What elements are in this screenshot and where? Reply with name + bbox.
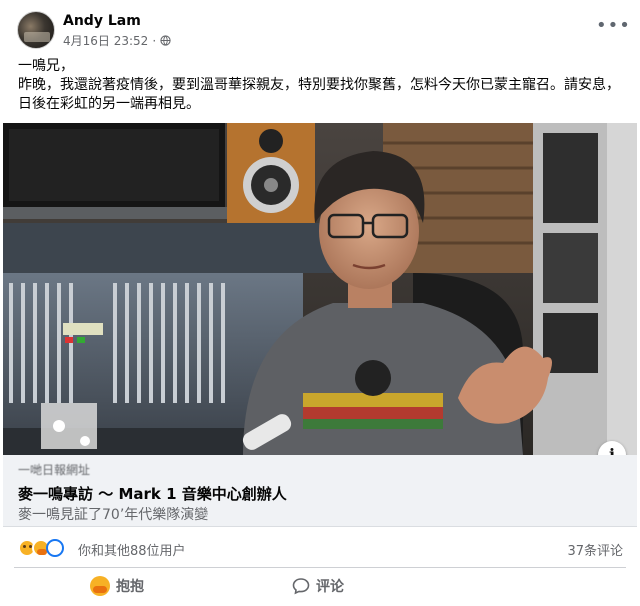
link-description: 麥一鳴見証了70’年代樂隊演變 bbox=[18, 507, 209, 523]
hug-label: 抱抱 bbox=[116, 579, 144, 595]
post-text-line: 昨晚，我還說著疫情後，要到溫哥華探親友，特別要找你聚舊，怎料今天你已蒙主寵召。請… bbox=[18, 77, 620, 93]
reactions-summary[interactable]: 你和其他88位用户 bbox=[78, 540, 186, 559]
comments-count[interactable]: 37条评论 bbox=[567, 540, 623, 559]
comment-label: 评论 bbox=[316, 579, 344, 595]
hug-icon bbox=[90, 576, 110, 596]
author-avatar[interactable] bbox=[17, 11, 55, 49]
comment-icon bbox=[292, 578, 310, 595]
hug-button[interactable]: 抱抱 bbox=[90, 576, 144, 596]
loading-reaction-icon bbox=[46, 539, 64, 557]
studio-photo bbox=[3, 123, 637, 455]
post-header: Andy Lam 4月16日 23:52 · ••• bbox=[0, 0, 640, 56]
post-text-line: 日後在彩虹的另一端再相見。 bbox=[18, 96, 200, 112]
reaction-icons[interactable] bbox=[18, 539, 64, 557]
link-domain: 一哋日報網址 bbox=[18, 463, 91, 477]
link-title[interactable]: 麥一鳴專訪 ～ Mark 1 音樂中心創辦人 bbox=[18, 483, 287, 504]
action-bar: 抱抱 评论 bbox=[0, 568, 640, 606]
author-name[interactable]: Andy Lam bbox=[63, 13, 141, 29]
meta-separator: · bbox=[152, 33, 157, 48]
post-body: 一鳴兄， 昨晚，我還說著疫情後，要到溫哥華探親友，特別要找你聚舊，怎料今天你已蒙… bbox=[18, 57, 628, 114]
post-timestamp[interactable]: 4月16日 23:52 bbox=[63, 32, 148, 49]
post-text-line: 一鳴兄， bbox=[18, 58, 74, 74]
more-dots-icon: ••• bbox=[596, 15, 631, 36]
comment-button[interactable]: 评论 bbox=[292, 576, 344, 596]
link-preview-card[interactable]: 一哋日報網址 麥一鳴專訪 ～ Mark 1 音樂中心創辦人 麥一鳴見証了70’年… bbox=[3, 455, 637, 527]
globe-icon bbox=[160, 35, 171, 46]
more-options-button[interactable]: ••• bbox=[596, 16, 630, 40]
reactions-bar: 你和其他88位用户 37条评论 bbox=[0, 527, 640, 567]
link-preview-image[interactable] bbox=[3, 123, 637, 455]
post-meta: 4月16日 23:52 · bbox=[63, 32, 171, 49]
